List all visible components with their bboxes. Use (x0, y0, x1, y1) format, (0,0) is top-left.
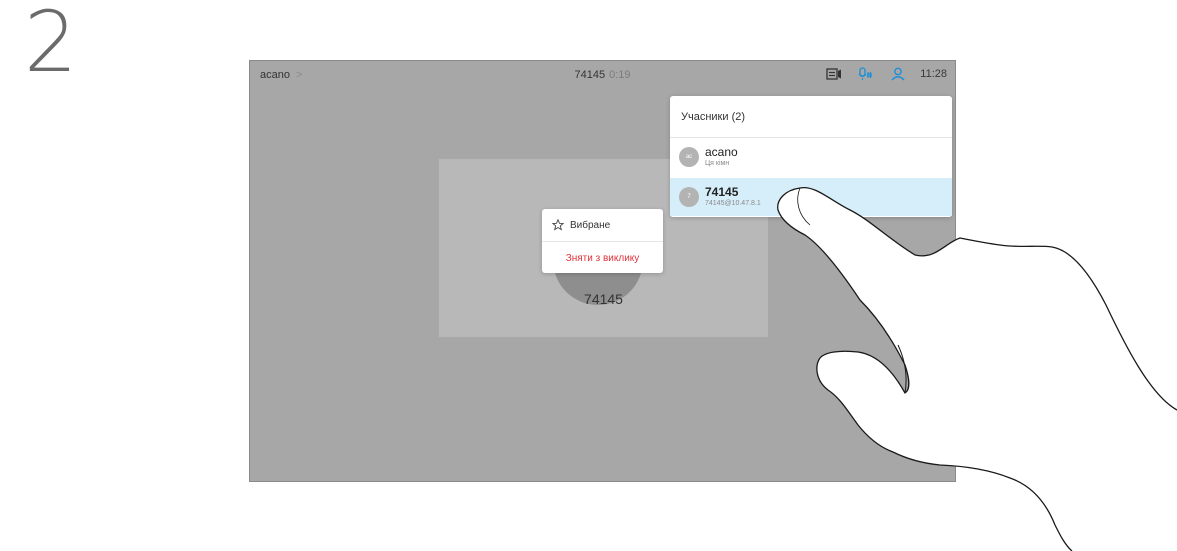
call-timer: 0:19 (609, 69, 631, 81)
participant-subtitle: 74145@10.47.8.1 (705, 200, 761, 207)
avatar: 7 (679, 187, 699, 207)
call-number: 74145 (574, 69, 606, 81)
participant-list-item-selected[interactable]: 7 74145 74145@10.47.8.1 (670, 178, 952, 216)
screen-share-icon[interactable] (824, 66, 844, 82)
top-right-controls: 11:28 (824, 66, 947, 82)
participants-panel-title: Учасники (2) (681, 111, 746, 123)
favorite-menu-item[interactable]: Вибране (542, 209, 663, 242)
favorite-label: Вибране (570, 219, 611, 231)
participant-name: acano (705, 145, 738, 159)
clock: 11:28 (920, 68, 947, 80)
participant-context-menu: Вибране Зняти з виклику (542, 209, 663, 273)
participant-subtitle: Ця кімн (705, 160, 730, 167)
step-number: 2 (24, 0, 78, 91)
star-icon (552, 219, 564, 231)
remove-from-call-menu-item[interactable]: Зняти з виклику (542, 242, 663, 274)
participants-icon[interactable] (888, 66, 908, 82)
remove-from-call-label: Зняти з виклику (565, 252, 640, 264)
avatar: ac (679, 147, 699, 167)
device-screen: acano > 74145 0:19 11:28 74145 Вибране Зня… (249, 60, 956, 482)
participants-panel: Учасники (2) ac acano Ця кімн 7 74145 74… (670, 96, 952, 217)
participant-name: 74145 (584, 291, 623, 307)
participant-list-item[interactable]: ac acano Ця кімн (670, 138, 952, 176)
microphone-icon[interactable] (856, 66, 876, 82)
participant-name: 74145 (705, 185, 739, 199)
